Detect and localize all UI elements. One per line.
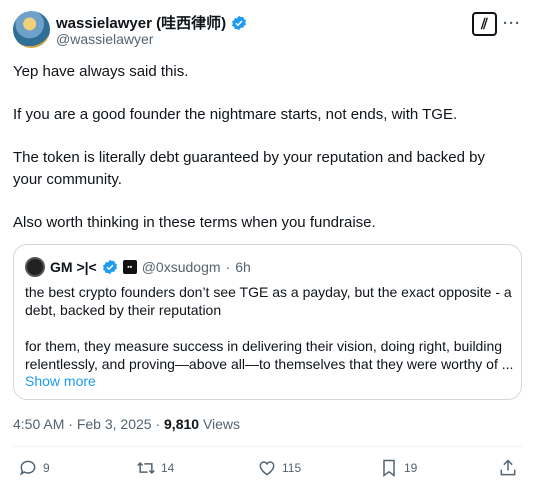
reply-icon bbox=[19, 460, 36, 476]
quoted-handle: @0xsudogm bbox=[141, 259, 221, 275]
tweet-date[interactable]: Feb 3, 2025 bbox=[77, 416, 152, 432]
quoted-avatar bbox=[25, 257, 45, 277]
repost-count: 14 bbox=[161, 461, 175, 475]
verified-badge-icon bbox=[232, 15, 247, 30]
bookmark-icon bbox=[383, 459, 395, 477]
share-icon bbox=[500, 459, 516, 476]
action-bar: 9 14 115 19 bbox=[13, 458, 522, 480]
tweet-paragraph: If you are a good founder the nightmare … bbox=[13, 106, 458, 123]
author-name-row: wassielawyer (哇西律师) bbox=[56, 12, 247, 33]
divider bbox=[13, 446, 522, 447]
show-more-link[interactable]: Show more bbox=[25, 373, 96, 389]
bookmark-button[interactable]: 19 bbox=[379, 458, 417, 478]
repost-icon bbox=[137, 461, 155, 475]
bookmark-count: 19 bbox=[404, 461, 418, 475]
quoted-display-name: GM >|< bbox=[50, 259, 97, 275]
reply-button[interactable]: 9 bbox=[18, 458, 50, 478]
avatar[interactable] bbox=[13, 11, 50, 48]
repost-button[interactable]: 14 bbox=[136, 458, 174, 478]
quoted-paragraph: the best crypto founders don’t see TGE a… bbox=[25, 284, 512, 318]
heart-icon bbox=[259, 461, 275, 476]
affiliate-badge-icon: ▪▪ bbox=[122, 260, 137, 274]
tweet-meta: 4:50 AM · Feb 3, 2025 · 9,810 Views bbox=[13, 416, 240, 432]
tweet-paragraph: The token is literally debt guaranteed b… bbox=[13, 149, 485, 188]
views-count: 9,810 bbox=[164, 416, 200, 432]
quoted-tweet[interactable]: GM >|< ▪▪ @0xsudogm · 6h the best crypto… bbox=[13, 244, 522, 400]
quoted-tweet-header: GM >|< ▪▪ @0xsudogm · 6h bbox=[25, 257, 251, 277]
quoted-paragraph: for them, they measure success in delive… bbox=[25, 338, 514, 372]
dot-separator: · bbox=[68, 416, 73, 432]
share-button[interactable] bbox=[498, 458, 518, 478]
tweet-header: wassielawyer (哇西律师) @wassielawyer ⫽ ··· bbox=[13, 11, 523, 49]
views-label: Views bbox=[202, 416, 241, 432]
grok-icon[interactable]: ⫽ bbox=[472, 12, 497, 36]
dot-separator: · bbox=[225, 259, 231, 275]
tweet-paragraph: Yep have always said this. bbox=[13, 63, 189, 80]
author-display-name[interactable]: wassielawyer (哇西律师) bbox=[56, 12, 226, 33]
tweet-time[interactable]: 4:50 AM bbox=[13, 416, 64, 432]
verified-badge-icon bbox=[102, 259, 117, 275]
dot-separator: · bbox=[155, 416, 161, 432]
like-button[interactable]: 115 bbox=[257, 458, 301, 478]
quoted-text: the best crypto founders don’t see TGE a… bbox=[25, 283, 515, 391]
author-handle[interactable]: @wassielawyer bbox=[56, 31, 153, 47]
reply-count: 9 bbox=[43, 461, 50, 475]
quoted-age: 6h bbox=[235, 259, 251, 275]
more-options-icon[interactable]: ··· bbox=[503, 15, 521, 32]
tweet-text: Yep have always said this. If you are a … bbox=[13, 61, 518, 255]
tweet-paragraph: Also worth thinking in these terms when … bbox=[13, 213, 376, 231]
like-count: 115 bbox=[282, 461, 302, 475]
